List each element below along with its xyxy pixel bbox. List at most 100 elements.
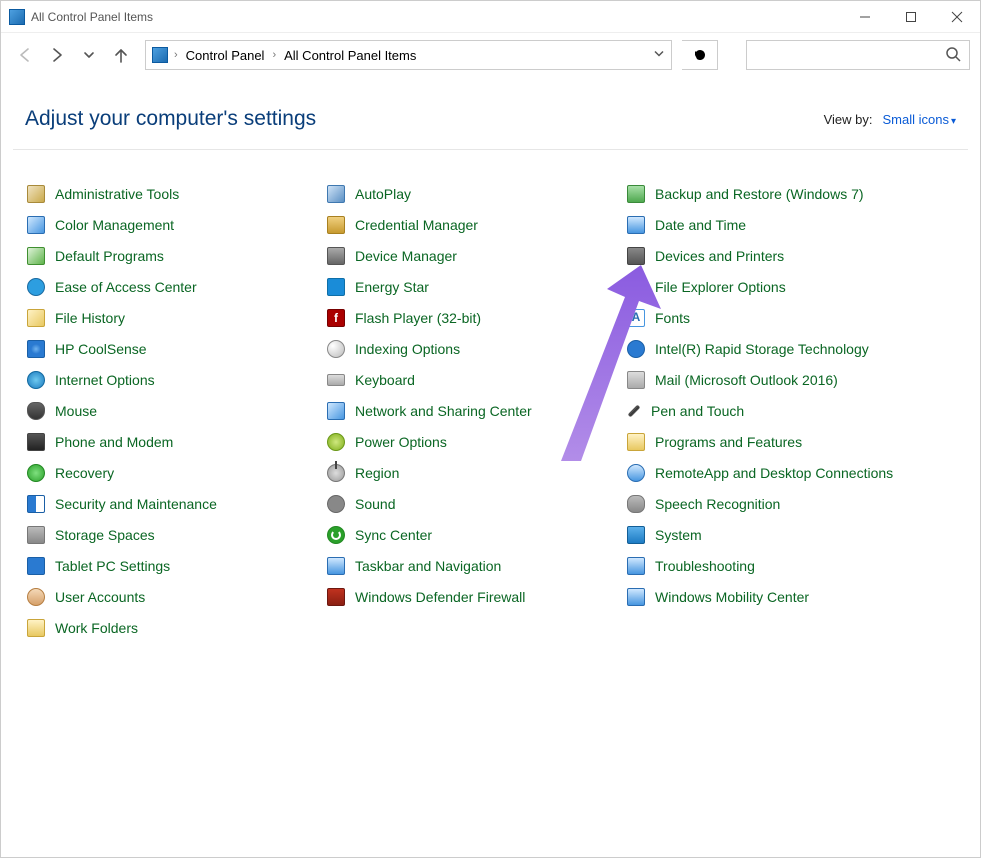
view-by-dropdown[interactable]: Small icons▾: [883, 112, 957, 127]
cp-item[interactable]: HP CoolSense: [25, 333, 325, 364]
cp-item[interactable]: Windows Mobility Center: [625, 581, 956, 612]
chevron-right-icon[interactable]: ›: [172, 49, 180, 61]
cp-item-label[interactable]: Keyboard: [355, 372, 415, 388]
nav-forward-button[interactable]: [43, 41, 71, 69]
cp-item[interactable]: Backup and Restore (Windows 7): [625, 178, 956, 209]
cp-item-label[interactable]: Ease of Access Center: [55, 279, 197, 295]
crumb-all-items[interactable]: All Control Panel Items: [282, 48, 418, 63]
cp-item-label[interactable]: Programs and Features: [655, 434, 802, 450]
cp-item[interactable]: Intel(R) Rapid Storage Technology: [625, 333, 956, 364]
cp-item[interactable]: Default Programs: [25, 240, 325, 271]
refresh-button[interactable]: [682, 40, 718, 70]
cp-item-label[interactable]: Mouse: [55, 403, 97, 419]
cp-item-label[interactable]: Device Manager: [355, 248, 457, 264]
cp-item-label[interactable]: Energy Star: [355, 279, 429, 295]
cp-item[interactable]: Flash Player (32-bit): [325, 302, 625, 333]
cp-item-label[interactable]: Tablet PC Settings: [55, 558, 170, 574]
cp-item[interactable]: Troubleshooting: [625, 550, 956, 581]
cp-item-label[interactable]: Pen and Touch: [651, 403, 744, 419]
cp-item[interactable]: Credential Manager: [325, 209, 625, 240]
cp-item[interactable]: System: [625, 519, 956, 550]
cp-item-label[interactable]: Security and Maintenance: [55, 496, 217, 512]
cp-item[interactable]: Region: [325, 457, 625, 488]
cp-item[interactable]: Pen and Touch: [625, 395, 956, 426]
address-breadcrumb[interactable]: › Control Panel › All Control Panel Item…: [145, 40, 672, 70]
cp-item[interactable]: Taskbar and Navigation: [325, 550, 625, 581]
cp-item[interactable]: Mouse: [25, 395, 325, 426]
cp-item[interactable]: Date and Time: [625, 209, 956, 240]
cp-item-label[interactable]: File History: [55, 310, 125, 326]
cp-item-label[interactable]: Intel(R) Rapid Storage Technology: [655, 341, 869, 357]
cp-item-label[interactable]: RemoteApp and Desktop Connections: [655, 465, 893, 481]
nav-back-button[interactable]: [11, 41, 39, 69]
cp-item[interactable]: Fonts: [625, 302, 956, 333]
cp-item-label[interactable]: Devices and Printers: [655, 248, 784, 264]
cp-item-label[interactable]: Flash Player (32-bit): [355, 310, 481, 326]
cp-item[interactable]: Administrative Tools: [25, 178, 325, 209]
cp-item-label[interactable]: Color Management: [55, 217, 174, 233]
cp-item-label[interactable]: Network and Sharing Center: [355, 403, 532, 419]
cp-item-label[interactable]: Taskbar and Navigation: [355, 558, 501, 574]
cp-item[interactable]: Windows Defender Firewall: [325, 581, 625, 612]
cp-item-label[interactable]: Windows Defender Firewall: [355, 589, 525, 605]
cp-item[interactable]: Keyboard: [325, 364, 625, 395]
nav-up-button[interactable]: [107, 41, 135, 69]
cp-item[interactable]: Ease of Access Center: [25, 271, 325, 302]
cp-item[interactable]: Mail (Microsoft Outlook 2016): [625, 364, 956, 395]
close-button[interactable]: [934, 1, 980, 33]
cp-item-label[interactable]: Speech Recognition: [655, 496, 780, 512]
cp-item-label[interactable]: Administrative Tools: [55, 186, 179, 202]
cp-item[interactable]: Color Management: [25, 209, 325, 240]
cp-item-label[interactable]: Region: [355, 465, 399, 481]
cp-item-label[interactable]: Mail (Microsoft Outlook 2016): [655, 372, 838, 388]
cp-item[interactable]: Indexing Options: [325, 333, 625, 364]
cp-item[interactable]: Internet Options: [25, 364, 325, 395]
cp-item[interactable]: Sync Center: [325, 519, 625, 550]
minimize-button[interactable]: [842, 1, 888, 33]
cp-item-label[interactable]: Windows Mobility Center: [655, 589, 809, 605]
maximize-button[interactable]: [888, 1, 934, 33]
cp-item-label[interactable]: AutoPlay: [355, 186, 411, 202]
cp-item-label[interactable]: Date and Time: [655, 217, 746, 233]
cp-item[interactable]: Storage Spaces: [25, 519, 325, 550]
cp-item[interactable]: Devices and Printers: [625, 240, 956, 271]
search-input[interactable]: [755, 48, 945, 63]
cp-item-label[interactable]: Backup and Restore (Windows 7): [655, 186, 864, 202]
cp-item-label[interactable]: Sound: [355, 496, 395, 512]
cp-item[interactable]: User Accounts: [25, 581, 325, 612]
cp-item[interactable]: File Explorer Options: [625, 271, 956, 302]
cp-item-label[interactable]: Storage Spaces: [55, 527, 155, 543]
cp-item-label[interactable]: Internet Options: [55, 372, 155, 388]
cp-item-label[interactable]: Phone and Modem: [55, 434, 173, 450]
cp-item-label[interactable]: System: [655, 527, 702, 543]
cp-item-label[interactable]: File Explorer Options: [655, 279, 786, 295]
cp-item[interactable]: Network and Sharing Center: [325, 395, 625, 426]
cp-item[interactable]: Recovery: [25, 457, 325, 488]
cp-item[interactable]: Programs and Features: [625, 426, 956, 457]
cp-item-label[interactable]: Troubleshooting: [655, 558, 755, 574]
cp-item[interactable]: Speech Recognition: [625, 488, 956, 519]
cp-item[interactable]: Power Options: [325, 426, 625, 457]
cp-item-label[interactable]: Default Programs: [55, 248, 164, 264]
cp-item-label[interactable]: Sync Center: [355, 527, 432, 543]
cp-item[interactable]: RemoteApp and Desktop Connections: [625, 457, 956, 488]
cp-item[interactable]: Security and Maintenance: [25, 488, 325, 519]
search-box[interactable]: [746, 40, 970, 70]
cp-item-label[interactable]: User Accounts: [55, 589, 145, 605]
cp-item[interactable]: File History: [25, 302, 325, 333]
chevron-down-icon[interactable]: [653, 48, 665, 63]
cp-item-label[interactable]: Fonts: [655, 310, 690, 326]
cp-item-label[interactable]: Credential Manager: [355, 217, 478, 233]
cp-item[interactable]: AutoPlay: [325, 178, 625, 209]
chevron-right-icon[interactable]: ›: [270, 49, 278, 61]
cp-item[interactable]: Work Folders: [25, 612, 325, 643]
cp-item-label[interactable]: Recovery: [55, 465, 114, 481]
cp-item[interactable]: Device Manager: [325, 240, 625, 271]
nav-recent-dropdown[interactable]: [75, 41, 103, 69]
cp-item[interactable]: Tablet PC Settings: [25, 550, 325, 581]
cp-item-label[interactable]: Indexing Options: [355, 341, 460, 357]
crumb-control-panel[interactable]: Control Panel: [184, 48, 267, 63]
cp-item[interactable]: Sound: [325, 488, 625, 519]
cp-item[interactable]: Energy Star: [325, 271, 625, 302]
cp-item-label[interactable]: HP CoolSense: [55, 341, 147, 357]
